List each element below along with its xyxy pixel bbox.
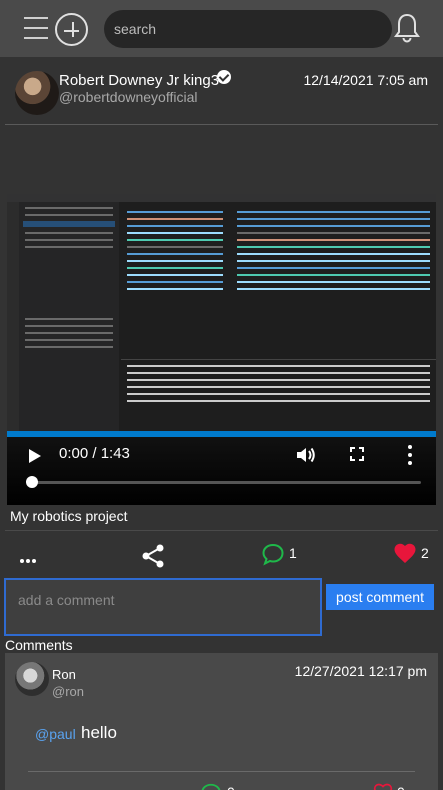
comment-like-count: 0 xyxy=(397,784,405,790)
comment-date: 12/27/2021 12:17 pm xyxy=(294,663,427,679)
play-icon[interactable] xyxy=(29,449,41,463)
post-actions: 1 2 xyxy=(0,536,443,572)
divider xyxy=(28,771,415,772)
share-icon[interactable] xyxy=(140,544,166,568)
comment-heart-icon[interactable] xyxy=(373,782,393,790)
post-header: Robert Downey Jr king3 @robertdowneyoffi… xyxy=(0,57,443,127)
video-progress-bar[interactable] xyxy=(31,481,421,484)
divider xyxy=(5,530,438,531)
comment-input[interactable] xyxy=(4,578,322,636)
bell-icon[interactable] xyxy=(394,13,420,43)
comment-reply-icon[interactable] xyxy=(200,782,222,790)
author-avatar[interactable] xyxy=(15,71,59,115)
video-controls: 0:00 / 1:43 xyxy=(7,437,436,505)
add-post-icon[interactable] xyxy=(55,13,88,46)
commenter-avatar[interactable] xyxy=(15,662,49,696)
top-bar xyxy=(0,0,443,57)
post-caption: My robotics project xyxy=(10,508,128,524)
more-actions-icon[interactable] xyxy=(20,550,40,563)
comment-icon[interactable] xyxy=(261,542,285,566)
comment-reply-count: 0 xyxy=(227,784,235,790)
video-time: 0:00 / 1:43 xyxy=(59,445,130,462)
author-handle[interactable]: @robertdowneyofficial xyxy=(59,89,197,105)
comment-mention-link[interactable]: @paul xyxy=(35,726,76,742)
more-options-icon[interactable] xyxy=(406,445,414,465)
divider xyxy=(5,124,438,125)
fullscreen-icon[interactable] xyxy=(350,447,364,461)
commenter-name[interactable]: Ron xyxy=(52,667,76,682)
video-frame xyxy=(7,194,436,437)
hamburger-menu-icon[interactable] xyxy=(24,17,48,39)
volume-icon[interactable] xyxy=(295,445,317,465)
comment-count: 1 xyxy=(289,545,297,561)
comment-text: hello xyxy=(81,723,117,742)
comments-heading: Comments xyxy=(5,637,73,653)
verified-check-icon xyxy=(217,70,231,84)
like-count: 2 xyxy=(421,545,429,561)
video-player[interactable]: 0:00 / 1:43 xyxy=(7,194,436,505)
video-progress-thumb[interactable] xyxy=(26,476,38,488)
author-name[interactable]: Robert Downey Jr king3 xyxy=(59,72,219,89)
comment-card: Ron @ron 12/27/2021 12:17 pm @paul hello… xyxy=(5,653,438,790)
post-date: 12/14/2021 7:05 am xyxy=(303,72,428,88)
search-input[interactable] xyxy=(104,10,392,48)
heart-icon[interactable] xyxy=(393,542,417,564)
post-comment-button[interactable]: post comment xyxy=(326,584,434,610)
commenter-handle[interactable]: @ron xyxy=(52,684,84,699)
